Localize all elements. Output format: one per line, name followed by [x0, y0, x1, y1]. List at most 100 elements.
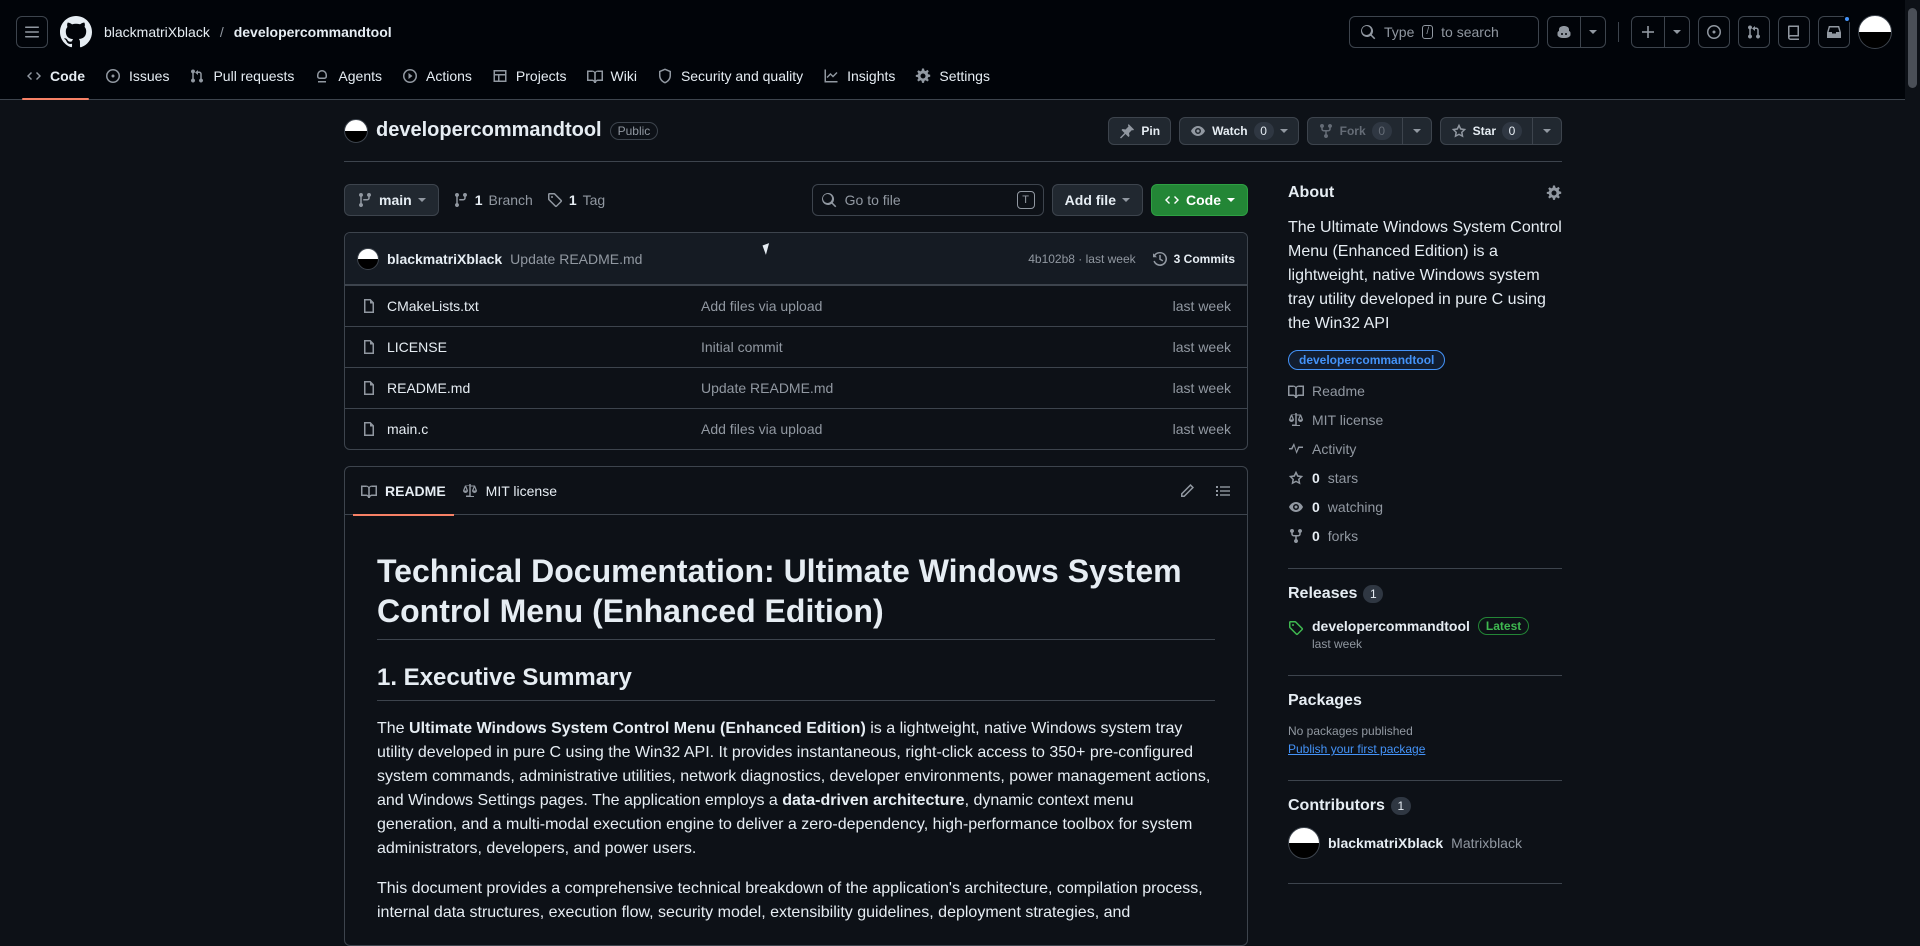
copilot-icon-wrap[interactable] [1548, 17, 1580, 47]
publish-package-link[interactable]: Publish your first package [1288, 742, 1562, 756]
branch-selector[interactable]: main [344, 184, 439, 216]
law-icon [462, 483, 477, 497]
commit-hash-time[interactable]: 4b102b8 · last week [1028, 252, 1135, 266]
tab-readme[interactable]: README [353, 467, 454, 516]
fork-inner[interactable]: Fork 0 [1308, 118, 1402, 144]
code-button[interactable]: Code [1151, 184, 1248, 216]
user-avatar[interactable] [1858, 15, 1892, 49]
tags-link[interactable]: 1 Tag [547, 192, 605, 208]
contributor-login[interactable]: blackmatriXblack [1328, 835, 1443, 851]
create-new-button[interactable] [1631, 16, 1690, 48]
shield-icon [658, 68, 671, 84]
file-name[interactable]: LICENSE [387, 339, 447, 355]
pencil-icon[interactable] [1179, 483, 1195, 499]
sidebar-divider [1288, 675, 1562, 676]
license-link[interactable]: MIT license [1288, 412, 1562, 428]
file-name[interactable]: README.md [387, 380, 470, 396]
tag-icon [547, 193, 562, 208]
scrollbar-thumb[interactable] [1908, 8, 1917, 88]
search-input[interactable]: Type / to search [1349, 16, 1539, 48]
breadcrumb-owner-link[interactable]: blackmatriXblack [104, 24, 210, 40]
create-dropdown[interactable] [1664, 17, 1689, 47]
readme-link[interactable]: Readme [1288, 383, 1562, 399]
contributor-item[interactable]: blackmatriXblack Matrixblack [1288, 827, 1562, 859]
repositories-button[interactable] [1778, 16, 1810, 48]
commit-message[interactable]: Update README.md [510, 251, 642, 267]
commits-link[interactable]: 3 Commits [1152, 251, 1235, 267]
watch-button[interactable]: Watch 0 [1179, 116, 1299, 145]
readme-link-label: Readme [1312, 383, 1365, 399]
forks-link[interactable]: 0 forks [1288, 528, 1562, 544]
add-file-button[interactable]: Add file [1051, 184, 1143, 216]
branches-link[interactable]: 1 Branch [453, 192, 533, 208]
file-name[interactable]: main.c [387, 421, 428, 437]
issues-button[interactable] [1698, 16, 1730, 48]
activity-link[interactable]: Activity [1288, 441, 1562, 457]
file-row[interactable]: README.md Update README.md last week [345, 367, 1247, 408]
releases-heading[interactable]: Releases 1 [1288, 585, 1562, 603]
repo-owner-avatar[interactable] [344, 118, 368, 143]
stars-link[interactable]: 0 stars [1288, 470, 1562, 486]
tab-projects[interactable]: Projects [482, 58, 577, 94]
menu-button[interactable] [16, 16, 48, 48]
github-logo[interactable] [60, 16, 92, 48]
code-column: main 1 Branch 1 Tag Go to file T Add file C… [344, 184, 1248, 946]
file-commit-message[interactable]: Update README.md [701, 380, 1173, 396]
release-name[interactable]: developercommandtool [1312, 618, 1470, 634]
tab-pull-requests[interactable]: Pull requests [179, 58, 304, 94]
commit-author[interactable]: blackmatriXblack [387, 251, 502, 267]
file-commit-message[interactable]: Add files via upload [701, 421, 1173, 437]
tab-actions[interactable]: Actions [392, 58, 482, 94]
tab-issues-label: Issues [129, 68, 170, 84]
about-description: The Ultimate Windows System Control Menu… [1288, 219, 1562, 332]
release-item[interactable]: developercommandtool Latest last week [1288, 617, 1562, 651]
file-name[interactable]: CMakeLists.txt [387, 298, 479, 314]
tab-insights[interactable]: Insights [813, 58, 905, 94]
watching-link[interactable]: 0 watching [1288, 499, 1562, 515]
inbox-button[interactable] [1818, 15, 1851, 48]
contributor-avatar[interactable] [1288, 827, 1320, 859]
fork-button[interactable]: Fork 0 [1306, 116, 1432, 145]
file-commit-message[interactable]: Add files via upload [701, 298, 1173, 314]
file-row[interactable]: main.c Add files via upload last week [345, 408, 1247, 449]
contributors-heading[interactable]: Contributors 1 [1288, 797, 1562, 815]
branch-icon [454, 193, 467, 208]
tab-settings[interactable]: Settings [905, 58, 1000, 94]
star-button[interactable]: Star 0 [1439, 116, 1562, 145]
pull-requests-button[interactable] [1738, 16, 1770, 48]
breadcrumb-repo-link[interactable]: developercommandtool [234, 24, 392, 40]
file-row[interactable]: LICENSE Initial commit last week [345, 326, 1247, 367]
pin-inner[interactable]: Pin [1109, 118, 1170, 144]
repo-title[interactable]: developercommandtool [376, 119, 602, 142]
tab-security[interactable]: Security and quality [647, 58, 813, 94]
watch-inner[interactable]: Watch 0 [1180, 118, 1298, 144]
tab-code[interactable]: Code [16, 58, 95, 100]
tab-agents[interactable]: Agents [304, 58, 392, 94]
gear-icon[interactable] [1546, 185, 1562, 201]
tab-wiki[interactable]: Wiki [577, 58, 647, 94]
contributor-name: Matrixblack [1451, 835, 1522, 851]
commit-author-avatar[interactable] [357, 247, 379, 270]
star-icon [1288, 470, 1304, 485]
packages-heading[interactable]: Packages [1288, 692, 1562, 710]
packages-empty: No packages published [1288, 724, 1413, 738]
copilot-button[interactable] [1547, 16, 1606, 48]
star-inner[interactable]: Star 0 [1441, 118, 1532, 144]
page-scrollbar[interactable] [1905, 0, 1920, 928]
list-unordered-icon[interactable] [1215, 483, 1231, 499]
history-icon [1152, 251, 1167, 266]
go-to-file-input[interactable]: Go to file T [811, 184, 1044, 216]
fork-dropdown[interactable] [1401, 117, 1431, 144]
star-label: Star [1472, 123, 1496, 138]
pin-button[interactable]: Pin [1108, 116, 1172, 145]
tab-issues[interactable]: Issues [95, 58, 179, 94]
plus-wrap[interactable] [1632, 17, 1664, 47]
star-dropdown[interactable] [1532, 117, 1561, 144]
book-icon [1288, 385, 1304, 398]
topic-tag[interactable]: developercommandtool [1288, 350, 1446, 370]
file-commit-message[interactable]: Initial commit [701, 339, 1173, 355]
file-row[interactable]: CMakeLists.txt Add files via upload last w… [345, 285, 1247, 326]
play-icon [403, 69, 417, 83]
tab-license[interactable]: MIT license [454, 467, 565, 515]
copilot-dropdown[interactable] [1580, 17, 1605, 47]
